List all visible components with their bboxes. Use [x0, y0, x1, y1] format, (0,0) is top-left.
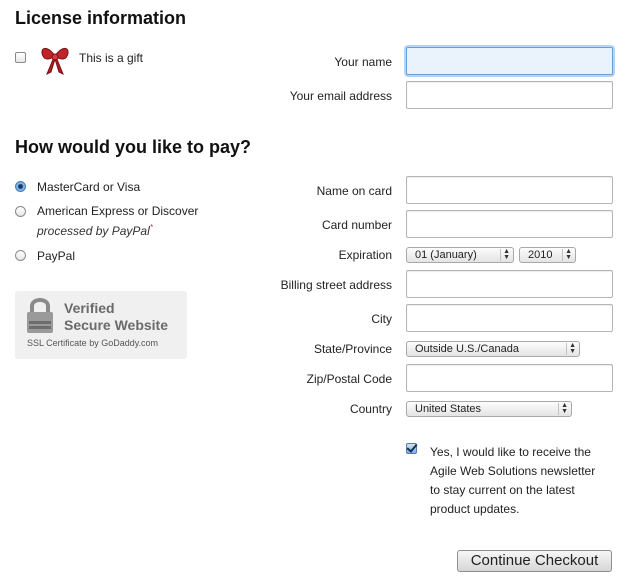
email-label: Your email address [289, 89, 392, 103]
method-amex-discover-sublabel: processed by PayPal* [37, 223, 153, 238]
expiration-label: Expiration [338, 248, 392, 262]
method-mastercard-visa-label: MasterCard or Visa [37, 180, 141, 194]
select-arrows-icon: ▲ ▼ [566, 342, 576, 355]
city-label: City [371, 312, 392, 326]
name-on-card-label: Name on card [316, 184, 392, 198]
billing-street-input[interactable] [406, 270, 613, 298]
state-select[interactable]: Outside U.S./Canada ▲ ▼ [406, 341, 580, 357]
card-number-input[interactable] [406, 210, 613, 238]
your-name-input[interactable] [406, 47, 613, 75]
email-input[interactable] [406, 81, 613, 109]
billing-street-label: Billing street address [280, 278, 392, 292]
radio-paypal[interactable] [15, 250, 26, 261]
select-arrows-icon: ▲ ▼ [558, 402, 568, 415]
payment-heading: How would you like to pay? [15, 137, 252, 157]
expiration-year-select[interactable]: 2010 ▲ ▼ [519, 247, 576, 263]
state-value: Outside U.S./Canada [415, 343, 519, 355]
radio-amex-discover[interactable] [15, 206, 26, 217]
padlock-icon [25, 295, 55, 335]
expiration-year-value: 2010 [528, 249, 553, 261]
method-paypal-label: PayPal [37, 249, 76, 263]
city-input[interactable] [406, 304, 613, 332]
secure-website-badge: Verified Secure Website SSL Certificate … [15, 291, 187, 359]
your-name-label: Your name [334, 55, 392, 69]
badge-title-line1: Verified [64, 300, 115, 316]
newsletter-label: Yes, I would like to receive the Agile W… [430, 445, 596, 516]
state-label: State/Province [313, 342, 392, 356]
expiration-month-select[interactable]: 01 (January) ▲ ▼ [406, 247, 514, 263]
country-value: United States [415, 403, 482, 415]
newsletter-checkbox[interactable] [406, 443, 417, 454]
license-heading: License information [15, 8, 187, 28]
card-number-label: Card number [321, 218, 392, 232]
country-select[interactable]: United States ▲ ▼ [406, 401, 572, 417]
badge-title-line2: Secure Website [64, 317, 169, 333]
select-arrows-icon: ▲ ▼ [562, 248, 572, 261]
name-on-card-input[interactable] [406, 176, 613, 204]
zip-input[interactable] [406, 364, 613, 392]
continue-checkout-button[interactable]: Continue Checkout [457, 550, 612, 572]
radio-mastercard-visa[interactable] [15, 181, 26, 192]
badge-caption: SSL Certificate by GoDaddy.com [27, 338, 159, 348]
gift-label: This is a gift [79, 51, 144, 65]
zip-label: Zip/Postal Code [306, 372, 392, 386]
gift-checkbox[interactable] [15, 52, 26, 63]
gift-bow-icon [37, 42, 73, 76]
country-label: Country [349, 402, 392, 416]
expiration-month-value: 01 (January) [415, 249, 477, 261]
select-arrows-icon: ▲ ▼ [500, 248, 510, 261]
method-amex-discover-label: American Express or Discover [37, 204, 199, 218]
